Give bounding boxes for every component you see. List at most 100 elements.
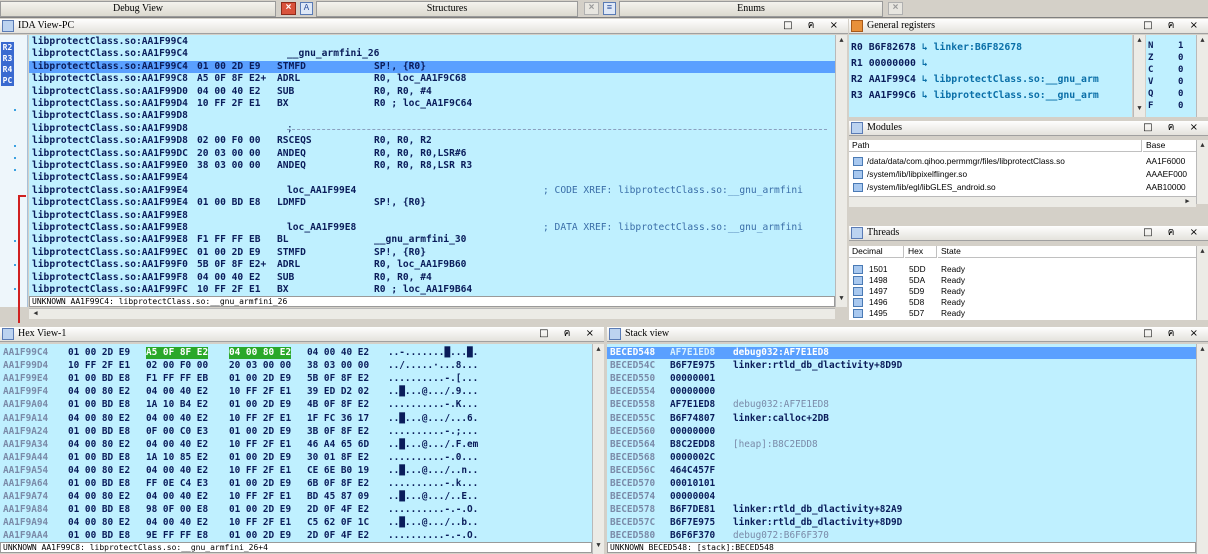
threads-col-hex[interactable]: Hex — [905, 246, 937, 258]
scroll-right-icon[interactable]: ▶ — [1182, 197, 1193, 206]
stack-row[interactable]: BECED55C B6F74807 linker:calloc+2DB — [607, 413, 1196, 425]
register-row[interactable]: R0 B6F82678 ↳ linker:B6F82678 — [851, 41, 1022, 54]
scroll-down-icon[interactable]: ▼ — [593, 542, 604, 550]
stack-row[interactable]: BECED560 00000000 — [607, 426, 1196, 438]
hex-row[interactable]: AA1F9A14 04 00 80 E2 04 00 40 E2 10 FF 2F E… — [0, 413, 592, 425]
disasm-line[interactable]: libprotectClass.so:AA1F99E8 loc_AA1F99E8;… — [29, 222, 835, 234]
stack-row[interactable]: BECED550 00000001 — [607, 373, 1196, 385]
stack-value[interactable]: 464C457F — [670, 465, 715, 477]
stack-view-vscroll[interactable]: ▲ — [1196, 344, 1208, 554]
hex-row[interactable]: AA1F99D4 10 FF 2F E1 02 00 F0 00 20 03 00 0… — [0, 360, 592, 372]
stack-row[interactable]: BECED548 AF7E1ED8 debug032:AF7E1ED8 — [607, 347, 1196, 360]
stack-value[interactable]: B8C2EDD8 — [670, 439, 715, 451]
ida-view-disassembly[interactable]: libprotectClass.so:AA1F99C4 libprotectCla… — [29, 35, 835, 296]
stack-row[interactable]: BECED570 00010101 — [607, 478, 1196, 490]
stack-value[interactable]: B6F7DE81 — [670, 504, 715, 516]
disasm-line[interactable]: libprotectClass.so:AA1F99EC 01 00 2D E9 ST… — [29, 247, 835, 259]
scroll-down-icon[interactable]: ▼ — [836, 295, 847, 303]
scroll-up-icon[interactable]: ▲ — [836, 37, 847, 45]
modules-vscroll[interactable]: ▲ — [1196, 140, 1208, 204]
stack-value[interactable]: B6F7E975 — [670, 360, 715, 372]
hex-row[interactable]: AA1F99F4 04 00 80 E2 04 00 40 E2 10 FF 2F E… — [0, 386, 592, 398]
disasm-line[interactable]: libprotectClass.so:AA1F99E8 F1 FF FF EB BL… — [29, 234, 835, 246]
tab-debug-view[interactable]: Debug View — [0, 1, 276, 17]
hex-row[interactable]: AA1F9A84 01 00 BD E8 98 0F 00 E8 01 00 2D E… — [0, 504, 592, 516]
stack-value[interactable]: 00000000 — [670, 386, 715, 398]
registers-window-buttons[interactable]: □ ฅ × — [1143, 19, 1204, 33]
scroll-up-icon[interactable]: ▲ — [1134, 37, 1145, 45]
modules-window-buttons[interactable]: □ ฅ × — [1143, 121, 1204, 135]
modules-col-path[interactable]: Path — [849, 140, 1142, 152]
ida-view-window-buttons[interactable]: □ ฅ × — [783, 19, 844, 33]
registers-vscroll[interactable]: ▲ ▼ — [1133, 35, 1145, 117]
disasm-line[interactable]: libprotectClass.so:AA1F99E4 loc_AA1F99E4;… — [29, 185, 835, 197]
thread-row[interactable]: 1496 5D8 Ready — [849, 297, 1196, 308]
stack-value[interactable]: 0000002C — [670, 452, 715, 464]
disasm-line[interactable]: libprotectClass.so:AA1F99E0 38 03 00 00 AN… — [29, 160, 835, 172]
flags-vscroll[interactable]: ▲ — [1196, 35, 1208, 117]
disasm-line[interactable]: libprotectClass.so:AA1F99D8; — [29, 123, 835, 135]
scroll-up-icon[interactable]: ▲ — [593, 346, 604, 354]
follow-arrow-icon[interactable]: ↳ — [916, 58, 934, 69]
stack-value[interactable]: AF7E1ED8 — [670, 347, 715, 359]
stack-view-list[interactable]: BECED548 AF7E1ED8 debug032:AF7E1ED8 BECED54… — [607, 344, 1196, 542]
disasm-line[interactable]: libprotectClass.so:AA1F99D8 — [29, 110, 835, 122]
stack-value[interactable]: 00010101 — [670, 478, 715, 490]
hex-row[interactable]: AA1F9A94 04 00 80 E2 04 00 40 E2 10 FF 2F E… — [0, 517, 592, 529]
disasm-line[interactable]: libprotectClass.so:AA1F99E4 01 00 BD E8 LD… — [29, 197, 835, 209]
hex-row[interactable]: AA1F99C4 01 00 2D E9 A5 0F 8F E2 04 00 80 E… — [0, 347, 592, 360]
stack-value[interactable]: 00000004 — [670, 491, 715, 503]
thread-row[interactable]: 1497 5D9 Ready — [849, 286, 1196, 297]
stack-value[interactable]: B6F6F370 — [670, 530, 715, 542]
module-row[interactable]: /system/lib/egl/libGLES_android.so AAB100… — [849, 182, 1196, 193]
threads-window-buttons[interactable]: □ ฅ × — [1143, 226, 1204, 240]
stack-row[interactable]: BECED580 B6F6F370 debug072:B6F6F370 — [607, 530, 1196, 542]
stack-row[interactable]: BECED56C 464C457F — [607, 465, 1196, 477]
disasm-line[interactable]: libprotectClass.so:AA1F99C4 — [29, 36, 835, 48]
hex-row[interactable]: AA1F9A64 01 00 BD E8 FF 0E C4 E3 01 00 2D E… — [0, 478, 592, 490]
hex-view-vscroll[interactable]: ▲ ▼ — [592, 344, 604, 554]
scroll-left-icon[interactable]: ◀ — [30, 309, 41, 318]
module-row[interactable]: /data/data/com.qihoo.permmgr/files/libpr… — [849, 156, 1196, 167]
thread-row[interactable]: 1501 5DD Ready — [849, 264, 1196, 275]
stack-value[interactable]: B6F7E975 — [670, 517, 715, 529]
flag-row[interactable]: V0 — [1148, 77, 1194, 87]
structures-close-icon[interactable]: × — [584, 2, 599, 15]
flag-row[interactable]: N1 — [1148, 41, 1194, 51]
follow-arrow-icon[interactable]: ↳ — [916, 90, 934, 101]
hex-row[interactable]: AA1F9A44 01 00 BD E8 1A 10 85 E2 01 00 2D E… — [0, 452, 592, 464]
stack-row[interactable]: BECED54C B6F7E975 linker:rtld_db_dlactivit… — [607, 360, 1196, 372]
modules-col-base[interactable]: Base — [1143, 140, 1196, 152]
stack-row[interactable]: BECED554 00000000 — [607, 386, 1196, 398]
hex-row[interactable]: AA1F9A04 01 00 BD E8 1A 10 B4 E2 01 00 2D E… — [0, 399, 592, 411]
follow-arrow-icon[interactable]: ↳ — [916, 74, 934, 85]
ida-view-hscroll[interactable]: ◀ — [29, 308, 835, 319]
flags-list[interactable]: N1Z0C0V0Q0F0 — [1146, 35, 1196, 117]
stack-view-window-buttons[interactable]: □ ฅ × — [1143, 327, 1204, 341]
flag-row[interactable]: F0 — [1148, 101, 1194, 111]
scroll-down-icon[interactable]: ▼ — [1134, 105, 1145, 113]
disasm-line[interactable]: libprotectClass.so:AA1F99C4 01 00 2D E9 ST… — [29, 60, 835, 73]
scroll-up-icon[interactable]: ▲ — [1197, 346, 1208, 354]
scroll-up-icon[interactable]: ▲ — [1197, 142, 1208, 150]
threads-col-state[interactable]: State — [938, 246, 1196, 258]
modules-hscroll[interactable]: ▶ — [849, 196, 1196, 207]
disasm-line[interactable]: libprotectClass.so:AA1F99E4 — [29, 172, 835, 184]
register-value[interactable]: AA1F99C4 — [869, 74, 916, 85]
disasm-line[interactable]: libprotectClass.so:AA1F99DC 20 03 00 00 AN… — [29, 148, 835, 160]
modules-table[interactable]: Path Base /data/data/com.qihoo.permmgr/f… — [849, 140, 1196, 196]
register-row[interactable]: R2 AA1F99C4 ↳ libprotectClass.so:__gnu_a… — [851, 73, 1099, 86]
hex-row[interactable]: AA1F9A24 01 00 BD E8 0F 00 C0 E3 01 00 2D E… — [0, 426, 592, 438]
hex-view-window-buttons[interactable]: □ ฅ × — [539, 327, 600, 341]
disasm-line[interactable]: libprotectClass.so:AA1F99C4 __gnu_armfini… — [29, 48, 835, 60]
disasm-line[interactable]: libprotectClass.so:AA1F99FC 10 FF 2F E1 BX… — [29, 284, 835, 296]
flag-row[interactable]: Q0 — [1148, 89, 1194, 99]
stack-row[interactable]: BECED564 B8C2EDD8 [heap]:B8C2EDD8 — [607, 439, 1196, 451]
stack-row[interactable]: BECED568 0000002C — [607, 452, 1196, 464]
scroll-up-icon[interactable]: ▲ — [1197, 37, 1208, 45]
stack-value[interactable]: AF7E1ED8 — [670, 399, 715, 411]
thread-row[interactable]: 1495 5D7 Ready — [849, 308, 1196, 319]
hex-row[interactable]: AA1F9AA4 01 00 BD E8 9E FF FF E8 01 00 2D E… — [0, 530, 592, 542]
disasm-line[interactable]: libprotectClass.so:AA1F99F8 04 00 40 E2 SU… — [29, 272, 835, 284]
stack-value[interactable]: 00000001 — [670, 373, 715, 385]
